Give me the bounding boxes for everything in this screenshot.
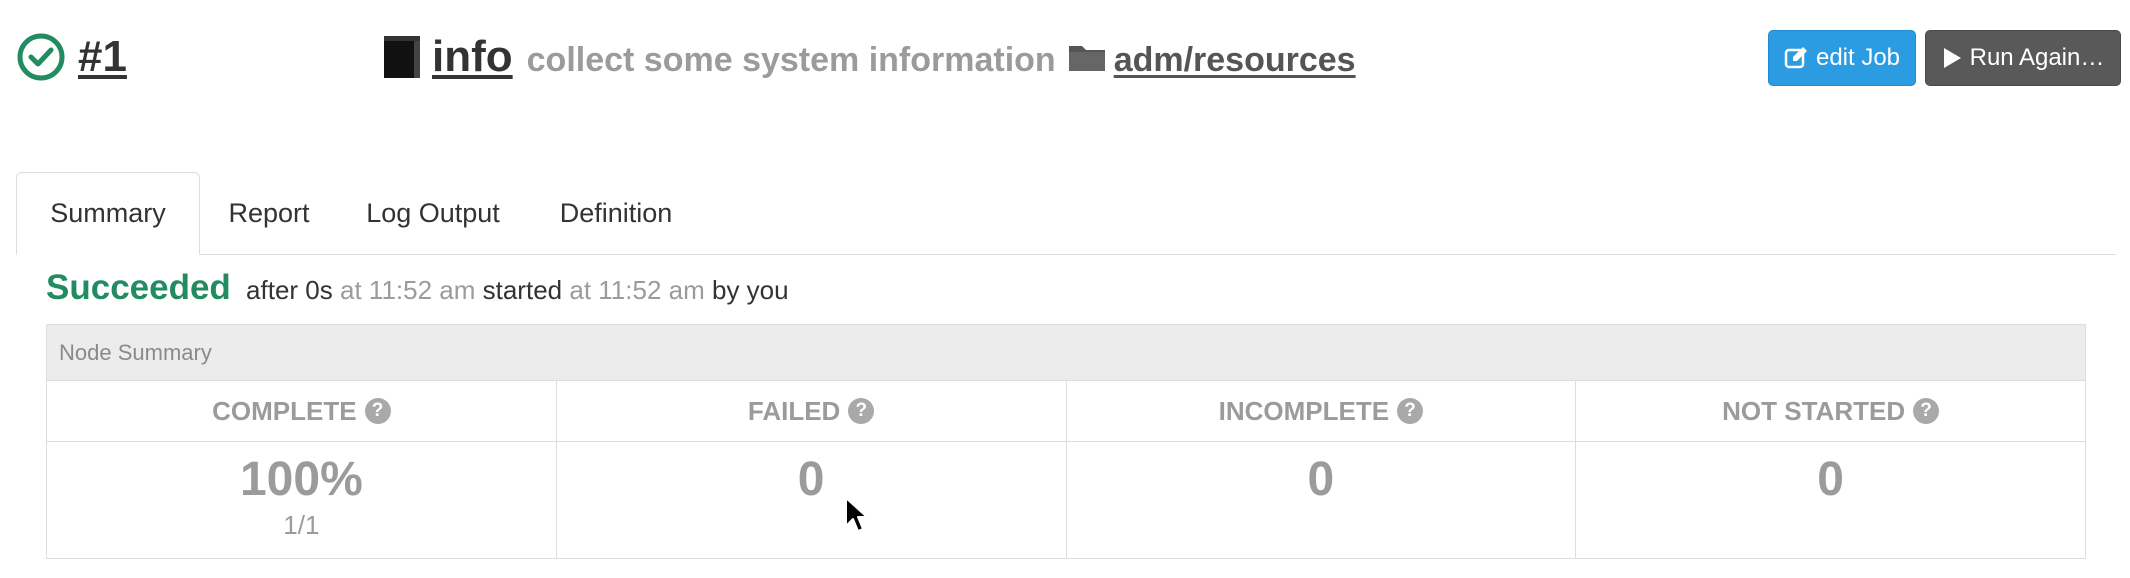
complete-count: 1/1	[283, 510, 320, 540]
run-again-label: Run Again…	[1969, 44, 2105, 71]
folder-icon	[1068, 46, 1105, 71]
job-info: info collect some system information adm…	[380, 32, 1356, 82]
tab-report[interactable]: Report	[206, 172, 332, 254]
complete-value: 100%	[239, 453, 363, 506]
failed-label: FAILED	[747, 395, 841, 426]
check-circle-icon	[17, 33, 65, 81]
play-icon	[1943, 48, 1961, 68]
node-summary-grid: COMPLETE ? 100% 1/1 FAILED ? 0 INCOMPLET…	[47, 381, 2085, 559]
book-icon	[384, 36, 420, 78]
help-icon[interactable]: ?	[1913, 398, 1940, 424]
tab-log-output[interactable]: Log Output	[343, 172, 523, 254]
help-icon[interactable]: ?	[364, 398, 391, 424]
edit-icon	[1784, 47, 1807, 69]
failed-column: FAILED ? 0	[555, 381, 1066, 559]
not-started-column: NOT STARTED ? 0	[1575, 381, 2085, 559]
incomplete-label: INCOMPLETE	[1218, 395, 1390, 426]
tab-summary[interactable]: Summary	[16, 172, 200, 255]
not-started-header: NOT STARTED ?	[1576, 381, 2085, 442]
complete-header: COMPLETE ?	[47, 381, 556, 442]
not-started-value: 0	[1817, 453, 1844, 506]
job-name-link[interactable]: info	[432, 32, 513, 82]
complete-label: COMPLETE	[212, 395, 357, 426]
incomplete-column: INCOMPLETE ? 0	[1065, 381, 1576, 559]
mouse-cursor-icon	[845, 497, 868, 532]
execution-id: #1	[78, 32, 127, 81]
status-state: Succeeded	[46, 268, 231, 307]
not-started-label: NOT STARTED	[1722, 395, 1906, 426]
status-start-time: at 11:52 am	[569, 275, 705, 305]
execution-header: #1 info collect some system information …	[16, 28, 2121, 98]
status-end-time: at 11:52 am	[340, 275, 476, 305]
job-description: collect some system information	[526, 41, 1056, 79]
incomplete-header: INCOMPLETE ?	[1066, 381, 1576, 442]
help-icon[interactable]: ?	[848, 398, 875, 424]
run-again-button[interactable]: Run Again…	[1925, 30, 2121, 86]
tab-definition[interactable]: Definition	[533, 172, 699, 254]
help-icon[interactable]: ?	[1397, 398, 1424, 424]
group-path-link[interactable]: adm/resources	[1114, 41, 1356, 80]
execution-page: #1 info collect some system information …	[0, 0, 2130, 578]
status-started-label: started	[482, 275, 563, 305]
execution-link[interactable]: #1	[16, 32, 127, 82]
failed-header: FAILED ?	[556, 381, 1066, 442]
status-user: by you	[711, 275, 789, 305]
status-duration: after 0s	[246, 275, 333, 305]
execution-tabs: Summary Report Log Output Definition	[16, 172, 2116, 255]
node-summary-panel: Node Summary COMPLETE ? 100% 1/1 FAILED …	[46, 324, 2086, 559]
failed-value: 0	[797, 453, 825, 506]
execution-status-line: Succeeded after 0s at 11:52 am started a…	[46, 268, 789, 308]
node-summary-heading: Node Summary	[47, 325, 2085, 381]
edit-job-button[interactable]: edit Job	[1768, 30, 1916, 86]
complete-column: COMPLETE ? 100% 1/1	[47, 381, 556, 559]
incomplete-value: 0	[1307, 453, 1335, 506]
edit-job-label: edit Job	[1815, 44, 1901, 71]
